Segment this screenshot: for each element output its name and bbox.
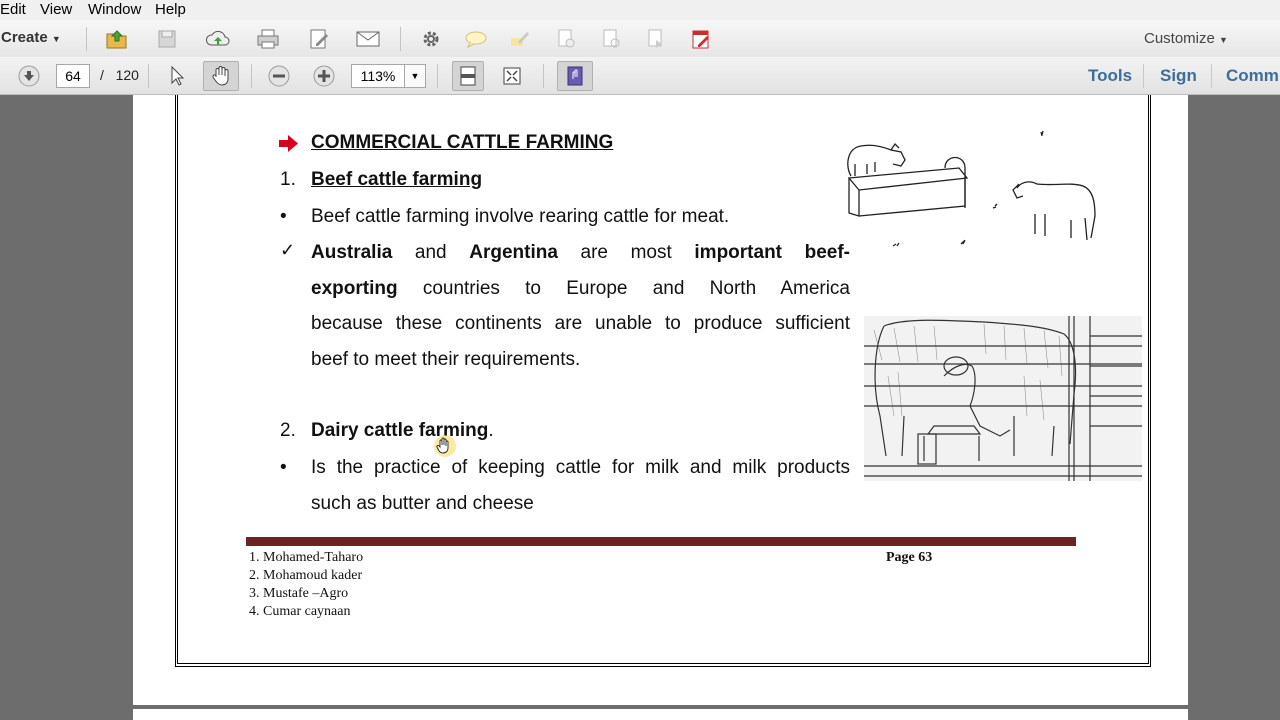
open-icon[interactable]	[104, 26, 130, 52]
export-icon[interactable]	[643, 26, 669, 52]
zoom-in-icon[interactable]	[311, 63, 337, 89]
text: most	[630, 242, 672, 263]
page-separator: /	[100, 67, 104, 83]
separator	[1143, 64, 1144, 88]
text: and	[414, 242, 447, 263]
footer-author-1: 1. Mohamed-Taharo	[249, 550, 364, 565]
item-number-1: 1.	[280, 169, 296, 190]
gear-icon[interactable]	[418, 26, 444, 52]
bullet-dot-icon: •	[280, 206, 287, 227]
main-toolbar: Create ▼ Customize ▼	[0, 20, 1280, 58]
print-icon[interactable]	[255, 26, 281, 52]
menu-help[interactable]: Help	[155, 0, 186, 20]
customize-button[interactable]: Customize ▼	[1144, 30, 1228, 47]
paragraph-line: beef to meet their requirements.	[311, 349, 581, 370]
subheading-dairy: Dairy cattle farming.	[311, 420, 494, 442]
page-number-label: Page 63	[886, 550, 933, 565]
total-pages: 120	[115, 67, 139, 83]
chevron-down-icon: ▼	[1219, 35, 1228, 45]
paragraph-line: because these continents are unable to p…	[311, 313, 850, 334]
select-cursor-icon[interactable]	[164, 63, 190, 89]
attach-icon[interactable]	[553, 26, 579, 52]
menu-window[interactable]: Window	[88, 0, 141, 20]
zoom-dropdown[interactable]: ▼	[404, 64, 426, 88]
bold-text: important beef-	[694, 242, 851, 263]
highlight-icon[interactable]	[507, 26, 533, 52]
next-page-icon[interactable]	[16, 63, 42, 89]
beef-definition: Beef cattle farming involve rearing catt…	[311, 206, 730, 227]
separator	[148, 64, 149, 88]
save-icon[interactable]	[154, 26, 180, 52]
milking-cow-illustration	[864, 316, 1142, 481]
pdf-edit-icon[interactable]	[688, 26, 714, 52]
separator	[400, 27, 401, 51]
text: .	[488, 420, 494, 441]
bold-text: Argentina	[469, 242, 558, 263]
menu-bar: Edit View Window Help	[0, 0, 1280, 20]
create-button[interactable]: Create ▼	[1, 29, 61, 46]
paragraph-line: Australia and Argentina are most importa…	[311, 242, 850, 264]
hand-tool-icon[interactable]	[203, 61, 239, 91]
cloud-upload-icon[interactable]	[205, 26, 231, 52]
paragraph-line: such as butter and cheese	[311, 493, 534, 514]
text: are	[580, 242, 608, 263]
fit-width-icon[interactable]	[499, 63, 525, 89]
page-number-input[interactable]: 64	[56, 64, 90, 88]
chevron-down-icon: ▼	[410, 71, 420, 81]
comment-bubble-icon[interactable]	[463, 26, 489, 52]
menu-view[interactable]: View	[40, 0, 72, 20]
zoom-out-icon[interactable]	[266, 63, 292, 89]
paragraph-line: exporting countries to Europe and North …	[311, 278, 850, 300]
stamp-icon[interactable]	[598, 26, 624, 52]
hand-cursor-icon	[434, 435, 456, 457]
paragraph-line: Is the practice of keeping cattle for mi…	[311, 457, 850, 478]
sign-pane-link[interactable]: Sign	[1160, 66, 1197, 86]
comment-pane-link[interactable]: Comm	[1226, 66, 1279, 86]
pdf-next-page	[133, 709, 1188, 720]
footer-author-3: 3. Mustafe –Agro	[249, 586, 349, 601]
tools-pane-link[interactable]: Tools	[1088, 66, 1132, 86]
separator	[1211, 64, 1212, 88]
fit-page-icon[interactable]	[452, 61, 484, 91]
bold-text: Australia	[311, 242, 393, 263]
footer-bar	[246, 537, 1076, 546]
footer-author-2: 2. Mohamoud kader	[249, 568, 363, 583]
menu-edit[interactable]: Edit	[0, 0, 26, 20]
create-label: Create	[1, 29, 48, 46]
bold-text: Dairy cattle farming	[311, 420, 489, 441]
separator	[437, 64, 438, 88]
text: countries to Europe and North America	[422, 278, 851, 299]
email-icon[interactable]	[355, 26, 381, 52]
read-mode-icon[interactable]	[557, 61, 593, 91]
checkmark-icon: ✓	[280, 240, 296, 260]
customize-label: Customize	[1144, 30, 1215, 47]
footer-author-4: 4. Cumar caynaan	[249, 604, 351, 619]
separator	[86, 27, 87, 51]
section-heading: COMMERCIAL CATTLE FARMING	[311, 132, 614, 153]
subheading-beef: Beef cattle farming	[311, 169, 483, 190]
separator	[251, 64, 252, 88]
chevron-down-icon: ▼	[51, 34, 61, 44]
bullet-dot-icon: •	[280, 457, 287, 478]
separator	[543, 64, 544, 88]
bold-text: exporting	[311, 278, 398, 299]
item-number-2: 2.	[280, 420, 296, 441]
cattle-trough-illustration	[847, 130, 1096, 247]
page-total: / 120	[100, 67, 139, 83]
zoom-level-input[interactable]: 113%	[351, 64, 405, 88]
edit-document-icon[interactable]	[306, 26, 332, 52]
navigation-toolbar: 64 / 120 113% ▼ Tools Sign Comm	[0, 57, 1280, 95]
arrow-bullet-icon	[279, 135, 298, 152]
